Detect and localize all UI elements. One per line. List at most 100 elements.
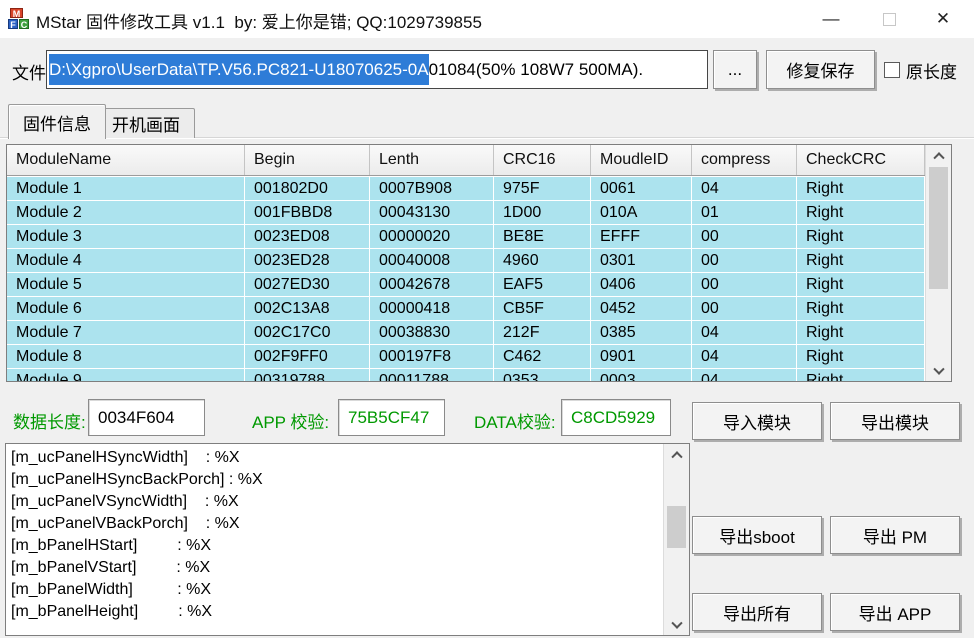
- table-cell: 001802D0: [245, 177, 370, 200]
- file-path-input[interactable]: D:\Xgpro\UserData\TP.V56.PC821-U18070625…: [46, 50, 708, 89]
- column-header[interactable]: ModuleName: [7, 145, 245, 175]
- table-row[interactable]: Module 8002F9FF0000197F8C462090104Right: [7, 345, 925, 369]
- table-cell: 04: [692, 321, 797, 344]
- browse-button[interactable]: ...: [713, 50, 757, 89]
- module-table: ModuleNameBeginLenthCRC16MoudleIDcompres…: [6, 144, 952, 382]
- panel-parameter-log[interactable]: [m_ucPanelHSyncWidth] : %X[m_ucPanelHSyn…: [5, 443, 690, 636]
- log-vertical-scrollbar[interactable]: [663, 444, 689, 635]
- table-cell: BE8E: [494, 225, 591, 248]
- maximize-icon: [883, 13, 896, 26]
- table-vertical-scrollbar[interactable]: [925, 145, 951, 381]
- file-label: 文件: [12, 59, 46, 84]
- data-length-value[interactable]: 0034F604: [88, 399, 205, 436]
- table-row[interactable]: Module 40023ED28000400084960030100Right: [7, 249, 925, 273]
- log-line: [m_ucPanelVBackPorch] : %X: [6, 513, 663, 535]
- table-cell: Module 6: [7, 297, 245, 320]
- data-checksum-value[interactable]: C8CD5929: [561, 399, 671, 436]
- table-cell: 4960: [494, 249, 591, 272]
- table-cell: 00: [692, 225, 797, 248]
- table-scrollbar-thumb[interactable]: [929, 167, 948, 289]
- log-line: [m_bPanelHStart] : %X: [6, 535, 663, 557]
- table-cell: 0007B908: [370, 177, 494, 200]
- table-cell: 00011788: [370, 369, 494, 381]
- table-row[interactable]: Module 7002C17C000038830212F038504Right: [7, 321, 925, 345]
- export-pm-button[interactable]: 导出 PM: [830, 516, 960, 554]
- close-button[interactable]: ✕: [920, 0, 966, 38]
- table-cell: Module 2: [7, 201, 245, 224]
- table-cell: Right: [797, 369, 925, 381]
- export-sboot-button[interactable]: 导出sboot: [692, 516, 822, 554]
- table-cell: 00319788: [245, 369, 370, 381]
- table-cell: Right: [797, 321, 925, 344]
- export-app-button[interactable]: 导出 APP: [830, 593, 960, 631]
- table-cell: 001FBBD8: [245, 201, 370, 224]
- table-cell: 010A: [591, 201, 692, 224]
- table-cell: 00043130: [370, 201, 494, 224]
- table-cell: 1D00: [494, 201, 591, 224]
- checkbox-box-icon: [884, 62, 900, 78]
- log-lines: [m_ucPanelHSyncWidth] : %X[m_ucPanelHSyn…: [6, 447, 663, 635]
- column-header[interactable]: CRC16: [494, 145, 591, 175]
- log-scrollbar-thumb[interactable]: [667, 506, 686, 548]
- table-cell: 0385: [591, 321, 692, 344]
- table-row[interactable]: Module 900319788000117880353000304Right: [7, 369, 925, 381]
- table-cell: Right: [797, 273, 925, 296]
- table-cell: 00: [692, 273, 797, 296]
- tab-boot-screen[interactable]: 开机画面: [97, 108, 195, 138]
- table-cell: EAF5: [494, 273, 591, 296]
- log-line: [m_ucPanelHSyncBackPorch] : %X: [6, 469, 663, 491]
- minimize-button[interactable]: —: [808, 0, 854, 38]
- data-checksum-label: DATA校验:: [474, 408, 556, 433]
- log-line: [m_ucPanelVSyncWidth] : %X: [6, 491, 663, 513]
- table-row[interactable]: Module 50027ED3000042678EAF5040600Right: [7, 273, 925, 297]
- table-cell: 01: [692, 201, 797, 224]
- scroll-up-icon[interactable]: [926, 145, 951, 164]
- column-header[interactable]: MoudleID: [591, 145, 692, 175]
- table-row[interactable]: Module 30023ED0800000020BE8EEFFF00Right: [7, 225, 925, 249]
- file-path-rest-text: 01084(50% 108W7 500MA).: [429, 60, 644, 79]
- table-cell: Module 5: [7, 273, 245, 296]
- log-scroll-down-icon[interactable]: [664, 616, 689, 635]
- table-row[interactable]: Module 1001802D00007B908975F006104Right: [7, 177, 925, 201]
- scroll-down-icon[interactable]: [926, 362, 951, 381]
- table-cell: 0901: [591, 345, 692, 368]
- column-header[interactable]: compress: [692, 145, 797, 175]
- export-all-button[interactable]: 导出所有: [692, 593, 822, 631]
- app-icon: MFC: [8, 8, 29, 29]
- window-title: MStar 固件修改工具 v1.1 by: 爱上你是错; QQ:10297398…: [36, 8, 482, 33]
- table-cell: 0023ED28: [245, 249, 370, 272]
- maximize-button[interactable]: [866, 0, 912, 38]
- table-cell: Right: [797, 249, 925, 272]
- log-scroll-up-icon[interactable]: [664, 444, 689, 463]
- original-length-checkbox[interactable]: 原长度: [884, 58, 957, 82]
- table-cell: Right: [797, 177, 925, 200]
- log-line: [m_ucPanelHSyncWidth] : %X: [6, 447, 663, 469]
- tab-firmware-info[interactable]: 固件信息: [8, 104, 106, 139]
- table-cell: 0061: [591, 177, 692, 200]
- export-module-button[interactable]: 导出模块: [830, 402, 960, 440]
- column-header[interactable]: CheckCRC: [797, 145, 925, 175]
- table-cell: CB5F: [494, 297, 591, 320]
- table-cell: 000197F8: [370, 345, 494, 368]
- table-row[interactable]: Module 2001FBBD8000431301D00010A01Right: [7, 201, 925, 225]
- column-header[interactable]: Begin: [245, 145, 370, 175]
- table-cell: 002C17C0: [245, 321, 370, 344]
- column-header[interactable]: Lenth: [370, 145, 494, 175]
- table-cell: 04: [692, 369, 797, 381]
- repair-save-button[interactable]: 修复保存: [766, 50, 875, 89]
- table-cell: 00000418: [370, 297, 494, 320]
- table-cell: Module 7: [7, 321, 245, 344]
- table-cell: Right: [797, 345, 925, 368]
- table-cell: 0452: [591, 297, 692, 320]
- table-cell: Right: [797, 201, 925, 224]
- app-checksum-value[interactable]: 75B5CF47: [338, 399, 445, 436]
- file-path-selected-text: D:\Xgpro\UserData\TP.V56.PC821-U18070625…: [49, 54, 429, 85]
- table-row[interactable]: Module 6002C13A800000418CB5F045200Right: [7, 297, 925, 321]
- log-line: [m_bPanelWidth] : %X: [6, 579, 663, 601]
- import-module-button[interactable]: 导入模块: [692, 402, 822, 440]
- log-line: [m_bPanelHeight] : %X: [6, 601, 663, 623]
- table-cell: Right: [797, 225, 925, 248]
- app-checksum-label: APP 校验:: [252, 408, 329, 433]
- table-cell: 04: [692, 345, 797, 368]
- table-cell: 002C13A8: [245, 297, 370, 320]
